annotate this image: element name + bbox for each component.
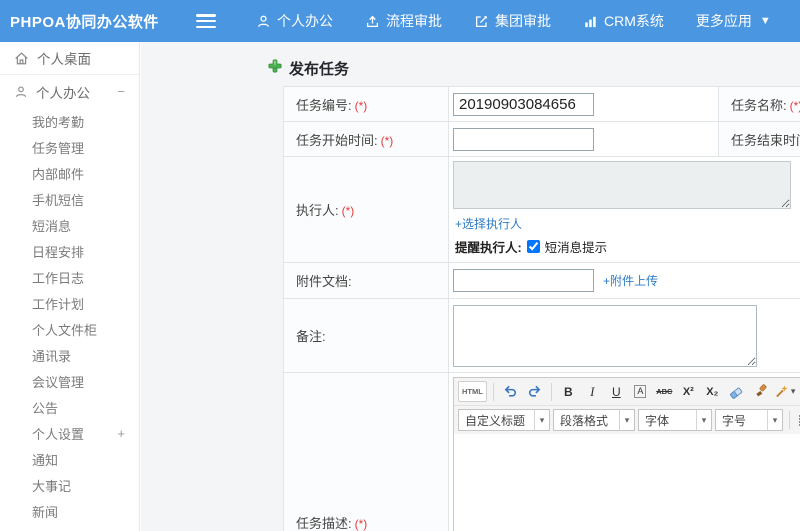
- sidebar-item-contacts[interactable]: 通讯录: [0, 342, 139, 368]
- sidebar-item-announcement[interactable]: 公告: [0, 394, 139, 420]
- font-family-select[interactable]: 字体 ▾: [638, 409, 712, 431]
- attachment-label: 附件文档:: [283, 262, 449, 299]
- chevron-down-icon: ▾: [534, 410, 549, 430]
- edit-square-icon: [474, 14, 489, 29]
- superscript-button[interactable]: X²: [678, 381, 699, 402]
- main-content: 发布任务 任务编号:(*) 任务名称:(*) 任务开始时间:(*): [141, 42, 800, 531]
- underline-button[interactable]: U: [606, 381, 627, 402]
- executor-textarea[interactable]: [453, 161, 791, 209]
- eraser-icon[interactable]: [726, 381, 747, 402]
- publish-task-form: 任务编号:(*) 任务名称:(*) 任务开始时间:(*) 任务结束时间:(*): [283, 86, 800, 531]
- editor-toolbar-row1: HTML B I U A ABC X² X₂ ▾: [454, 378, 800, 406]
- nav-group-approval[interactable]: 集团审批: [474, 11, 551, 31]
- nav-crm-system[interactable]: CRM系统: [583, 11, 664, 31]
- sidebar-item-mobile-sms[interactable]: 手机短信: [0, 186, 139, 212]
- app-logo: PHPOA协同办公软件: [10, 13, 159, 31]
- nav-workflow-approval[interactable]: 流程审批: [365, 11, 442, 31]
- user-icon: [14, 85, 28, 99]
- remind-executor-label: 提醒执行人:: [455, 241, 522, 255]
- font-style-button[interactable]: A: [630, 381, 651, 402]
- home-icon: [14, 51, 29, 66]
- task-description-label: 任务描述: (*): [283, 372, 449, 531]
- sidebar-item-personal-files[interactable]: 个人文件柜: [0, 316, 139, 342]
- chevron-down-icon: ▾: [619, 410, 634, 430]
- nav-personal-office[interactable]: 个人办公: [256, 11, 333, 31]
- paragraph-format-select[interactable]: 段落格式 ▾: [553, 409, 635, 431]
- attachment-upload-link[interactable]: +附件上传: [603, 272, 658, 289]
- remark-textarea[interactable]: [453, 304, 757, 367]
- sidebar-item-personal-settings[interactable]: 个人设置 +: [0, 420, 139, 446]
- sms-remind-checkbox[interactable]: [526, 240, 540, 253]
- sidebar-item-notice[interactable]: 通知: [0, 446, 139, 472]
- rich-text-editor: HTML B I U A ABC X² X₂ ▾ 自定义标题 ▾ 段落格式 ▾ …: [453, 377, 800, 531]
- add-plus-icon: [268, 59, 282, 78]
- sidebar-item-task-management[interactable]: 任务管理: [0, 134, 139, 160]
- end-time-label: 任务结束时间:(*): [718, 121, 800, 157]
- sidebar-item-desktop[interactable]: 个人桌面: [0, 42, 139, 75]
- page-title: 发布任务: [268, 58, 349, 79]
- chevron-down-icon: ▾: [790, 386, 796, 396]
- start-time-input[interactable]: [453, 127, 594, 151]
- sidebar-item-meeting-management[interactable]: 会议管理: [0, 368, 139, 394]
- sidebar-item-my-attendance[interactable]: 我的考勤: [0, 108, 139, 134]
- bar-chart-icon: [583, 14, 598, 29]
- sidebar-item-work-plan[interactable]: 工作计划: [0, 290, 139, 316]
- chevron-down-icon: ▾: [696, 410, 711, 430]
- sidebar-item-personal-office[interactable]: 个人办公 −: [0, 75, 139, 108]
- bold-button[interactable]: B: [558, 381, 579, 402]
- editor-toolbar-row2: 自定义标题 ▾ 段落格式 ▾ 字体 ▾ 字号 ▾: [454, 406, 800, 434]
- sidebar-item-internal-mail[interactable]: 内部邮件: [0, 160, 139, 186]
- sidebar-item-events[interactable]: 大事记: [0, 472, 139, 498]
- italic-button[interactable]: I: [582, 381, 603, 402]
- attachment-input[interactable]: [453, 269, 594, 292]
- redo-icon[interactable]: [524, 381, 545, 402]
- top-navigation: 个人办公 流程审批 集团审批 CRM系统 更多应用 ▼: [256, 11, 771, 31]
- magic-wand-icon[interactable]: ▾: [774, 381, 796, 402]
- editor-content-area[interactable]: [454, 434, 800, 531]
- custom-heading-select[interactable]: 自定义标题 ▾: [458, 409, 550, 431]
- sidebar-item-work-log[interactable]: 工作日志: [0, 264, 139, 290]
- html-source-button[interactable]: HTML: [458, 381, 487, 402]
- submit-icon: [365, 14, 380, 29]
- menu-toggle-icon[interactable]: [196, 14, 216, 28]
- sidebar-item-short-message[interactable]: 短消息: [0, 212, 139, 238]
- sms-remind-label: 短消息提示: [544, 241, 608, 255]
- format-painter-icon[interactable]: [750, 381, 771, 402]
- nav-more-apps[interactable]: 更多应用 ▼: [696, 11, 771, 31]
- start-time-label: 任务开始时间: (*): [283, 121, 449, 157]
- strikethrough-button[interactable]: ABC: [654, 381, 675, 402]
- font-size-select[interactable]: 字号 ▾: [715, 409, 783, 431]
- sidebar: 个人桌面 个人办公 − 我的考勤 任务管理 内部邮件 手机短信 短消息 日程安排…: [0, 42, 140, 531]
- sidebar-item-schedule[interactable]: 日程安排: [0, 238, 139, 264]
- executor-label: 执行人: (*): [283, 156, 449, 263]
- task-number-input[interactable]: [453, 92, 594, 116]
- collapse-icon[interactable]: −: [117, 84, 125, 99]
- topbar: PHPOA协同办公软件 个人办公 流程审批 集团审批 CRM系统 更多应用 ▼: [0, 0, 800, 42]
- expand-icon[interactable]: +: [117, 426, 125, 441]
- chevron-down-icon: ▾: [767, 410, 782, 430]
- sidebar-item-news[interactable]: 新闻: [0, 498, 139, 524]
- task-number-label: 任务编号: (*): [283, 86, 449, 122]
- choose-executor-link[interactable]: +选择执行人: [455, 215, 522, 232]
- undo-icon[interactable]: [500, 381, 521, 402]
- subscript-button[interactable]: X₂: [702, 381, 723, 402]
- remark-label: 备注:: [283, 298, 449, 373]
- align-left-icon[interactable]: [796, 410, 800, 431]
- user-icon: [256, 14, 271, 29]
- task-name-label: 任务名称:(*): [718, 86, 800, 122]
- chevron-down-icon: ▼: [759, 15, 771, 27]
